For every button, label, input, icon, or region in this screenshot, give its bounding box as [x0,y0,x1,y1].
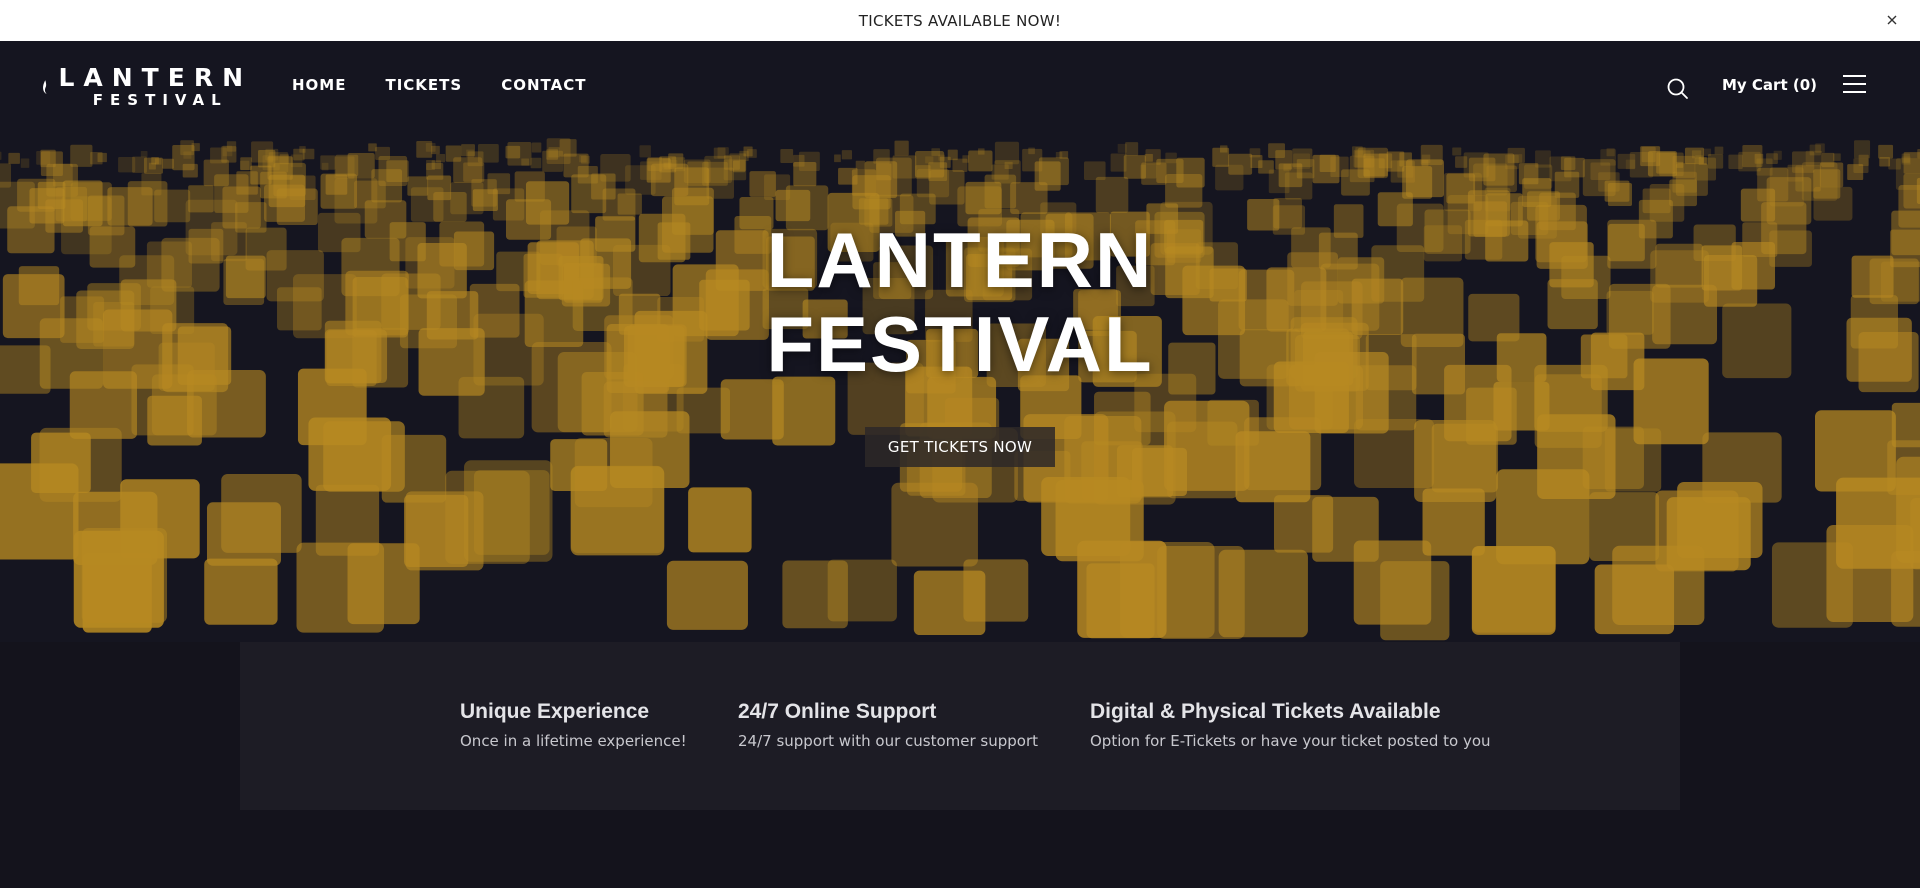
logo-line-2: FESTIVAL [92,91,228,109]
search-icon[interactable] [1666,77,1690,101]
nav-item-contact[interactable]: CONTACT [501,76,586,94]
feature-unique-experience: Unique Experience Once in a lifetime exp… [460,700,687,750]
feature-online-support: 24/7 Online Support 24/7 support with ou… [738,700,1038,750]
feature-description: 24/7 support with our customer support [738,732,1039,750]
feature-title: Digital & Physical Tickets Available [1090,700,1441,723]
hero-title: LANTERN FESTIVAL [766,216,1154,388]
nav-item-tickets[interactable]: TICKETS [385,76,462,94]
get-tickets-button[interactable]: GET TICKETS NOW [865,427,1055,467]
close-icon[interactable] [1884,12,1900,28]
cart-link[interactable]: My Cart (0) [1722,76,1817,94]
main-nav: HOME TICKETS CONTACT [292,76,586,94]
announcement-text: TICKETS AVAILABLE NOW! [858,11,1062,30]
hamburger-menu-icon[interactable] [1843,75,1867,95]
features-section: Unique Experience Once in a lifetime exp… [240,642,1680,810]
nav-item-home[interactable]: HOME [292,76,346,94]
logo-line-1: LANTERN [58,63,252,92]
flame-icon [43,80,47,94]
site-logo[interactable]: LANTERN FESTIVAL [42,63,252,111]
announcement-bar: TICKETS AVAILABLE NOW! [0,0,1920,41]
feature-description: Once in a lifetime experience! [460,732,687,750]
feature-tickets-available: Digital & Physical Tickets Available Opt… [1090,700,1491,750]
feature-title: Unique Experience [460,700,650,723]
main-header: LANTERN FESTIVAL HOME TICKETS CONTACT [0,41,1920,131]
feature-description: Option for E-Tickets or have your ticket… [1090,732,1491,750]
feature-title: 24/7 Online Support [738,700,937,723]
